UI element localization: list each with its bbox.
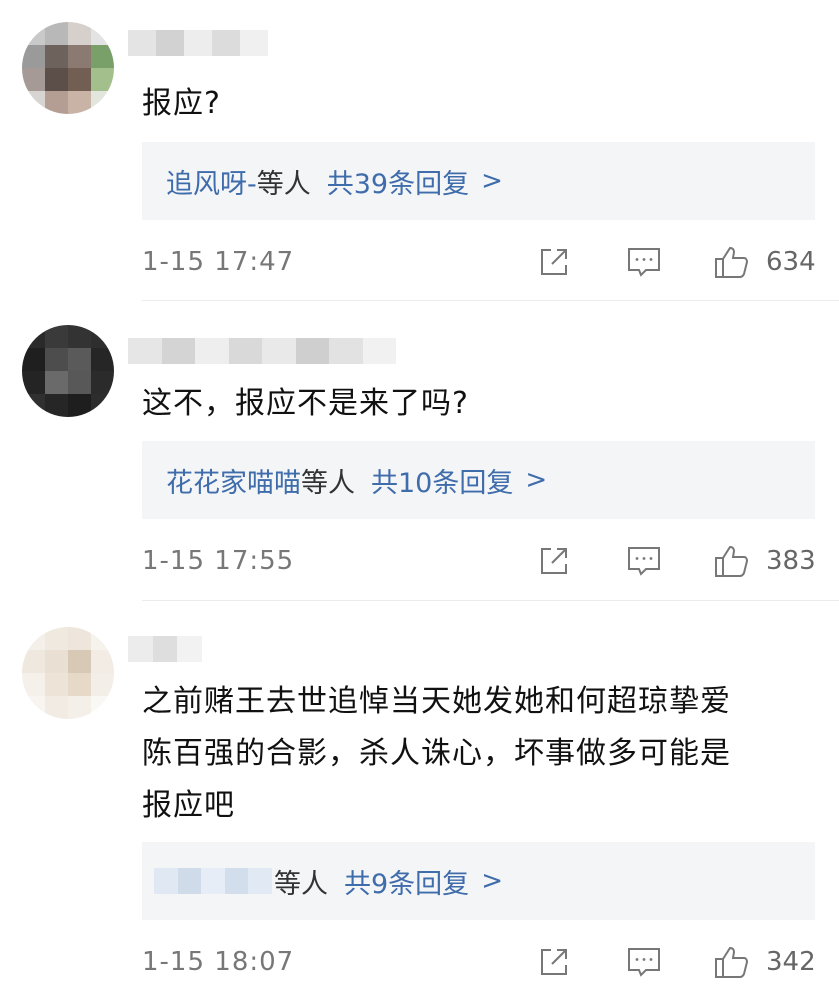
comment-meta: 1-15 18:07 342	[142, 942, 816, 982]
comment-meta: 1-15 17:55 383	[142, 541, 816, 581]
comment-icon[interactable]	[624, 242, 664, 282]
divider	[142, 600, 839, 601]
avatar-pixel	[45, 68, 68, 91]
avatar-pixel	[91, 348, 114, 371]
blurred-username[interactable]	[128, 636, 203, 662]
comment-text-line: 报应吧	[142, 788, 235, 823]
reply-total[interactable]: 共10条回复	[371, 461, 513, 500]
avatar-pixel	[22, 696, 45, 719]
replies-bar[interactable]: 追风呀- 等人 共39条回复 >	[142, 142, 815, 220]
avatar-pixel	[45, 22, 68, 45]
avatar-pixel	[91, 68, 114, 91]
like-count: 634	[766, 247, 816, 277]
avatar-pixel	[45, 371, 68, 394]
avatar-pixel	[91, 45, 114, 68]
avatar-pixel	[91, 22, 114, 45]
avatar-pixel	[45, 45, 68, 68]
chevron-right-icon: >	[525, 465, 548, 495]
avatar-pixel	[22, 371, 45, 394]
avatar-pixel	[45, 650, 68, 673]
avatar[interactable]	[22, 325, 114, 417]
avatar-pixel	[68, 650, 91, 673]
avatar-pixel	[22, 627, 45, 650]
comment-text: 这不，报应不是来了吗?	[142, 386, 469, 421]
like-count: 342	[766, 947, 816, 977]
reply-etc: 等人	[301, 467, 355, 499]
avatar-pixel	[22, 45, 45, 68]
comment-icon[interactable]	[624, 541, 664, 581]
comment-meta: 1-15 17:47 634	[142, 242, 816, 282]
share-icon[interactable]	[534, 242, 574, 282]
avatar-pixel	[22, 394, 45, 417]
avatar-pixel	[22, 68, 45, 91]
comment-text-line: 陈百强的合影，杀人诛心，坏事做多可能是	[142, 736, 731, 771]
thumbs-up-icon[interactable]	[712, 242, 752, 282]
reply-etc: 等人	[256, 168, 311, 200]
blurred-username[interactable]	[128, 338, 396, 364]
avatar-pixel	[68, 394, 91, 417]
avatar-pixel	[91, 394, 114, 417]
reply-names[interactable]: 追风呀-	[166, 162, 257, 201]
avatar-pixel	[45, 348, 68, 371]
avatar-pixel	[68, 627, 91, 650]
avatar-pixel	[45, 696, 68, 719]
blurred-reply-names[interactable]	[154, 868, 272, 894]
avatar-pixel	[68, 91, 91, 114]
thumbs-up-icon[interactable]	[712, 942, 752, 982]
avatar[interactable]	[22, 22, 114, 114]
avatar-pixel	[68, 325, 91, 348]
replies-bar[interactable]: 花花家喵喵 等人 共10条回复 >	[142, 441, 815, 519]
avatar-pixel	[22, 91, 45, 114]
avatar-pixel	[68, 371, 91, 394]
blurred-username[interactable]	[128, 30, 268, 56]
reply-names[interactable]: 花花家喵喵	[166, 461, 301, 500]
thumbs-up-icon[interactable]	[712, 541, 752, 581]
avatar-pixel	[22, 325, 45, 348]
avatar-pixel	[91, 673, 114, 696]
comment-text-line: 之前赌王去世追悼当天她发她和何超琼挚爱	[142, 684, 731, 719]
avatar-pixel	[91, 371, 114, 394]
share-icon[interactable]	[534, 541, 574, 581]
comment-text: 报应?	[142, 86, 221, 121]
reply-total[interactable]: 共39条回复	[327, 162, 469, 201]
avatar-pixel	[68, 673, 91, 696]
avatar-pixel	[45, 325, 68, 348]
comment-text: 之前赌王去世追悼当天她发她和何超琼挚爱 陈百强的合影，杀人诛心，坏事做多可能是 …	[142, 676, 832, 832]
avatar-pixel	[68, 68, 91, 91]
reply-etc: 等人	[274, 868, 328, 900]
avatar-pixel	[22, 673, 45, 696]
avatar-pixel	[68, 348, 91, 371]
comment-icon[interactable]	[624, 942, 664, 982]
chevron-right-icon: >	[481, 166, 503, 196]
avatar-pixel	[45, 394, 68, 417]
avatar-pixel	[68, 696, 91, 719]
avatar-pixel	[45, 91, 68, 114]
avatar-pixel	[22, 348, 45, 371]
replies-bar[interactable]: 等人 共9条回复 >	[142, 842, 815, 920]
reply-total[interactable]: 共9条回复	[344, 862, 469, 901]
share-icon[interactable]	[534, 942, 574, 982]
avatar-pixel	[91, 650, 114, 673]
avatar-pixel	[91, 325, 114, 348]
avatar-pixel	[68, 22, 91, 45]
avatar-pixel	[91, 627, 114, 650]
avatar-pixel	[68, 45, 91, 68]
avatar-pixel	[45, 673, 68, 696]
like-count: 383	[766, 546, 816, 576]
avatar-pixel	[91, 91, 114, 114]
avatar-pixel	[22, 650, 45, 673]
chevron-right-icon: >	[481, 866, 503, 896]
avatar-pixel	[45, 627, 68, 650]
divider	[142, 300, 839, 301]
avatar-pixel	[91, 696, 114, 719]
avatar-pixel	[22, 22, 45, 45]
avatar[interactable]	[22, 627, 114, 719]
